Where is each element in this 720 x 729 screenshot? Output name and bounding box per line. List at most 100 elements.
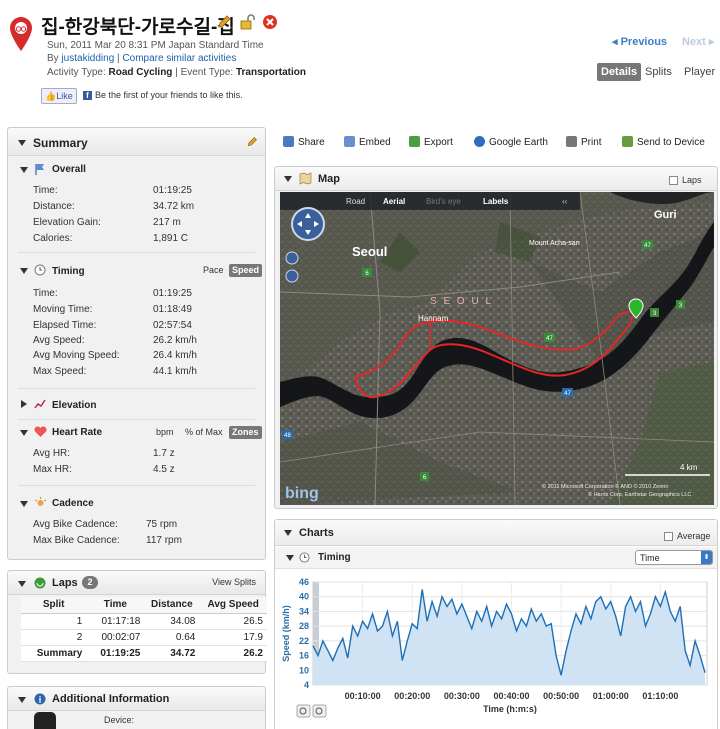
facebook-text: f Be the first of your friends to like th… xyxy=(83,90,243,100)
stat-label: Calories: xyxy=(33,233,73,244)
compare-link[interactable]: Compare similar activities xyxy=(122,53,236,64)
table-row[interactable]: 2 00:02:07 0.64 17.9 xyxy=(21,629,267,646)
info-collapse-icon[interactable] xyxy=(18,697,26,703)
average-checkbox[interactable] xyxy=(664,532,673,541)
table-cell: 2 xyxy=(21,629,87,646)
clock-icon xyxy=(299,552,310,563)
google-earth-button[interactable]: Google Earth xyxy=(474,136,548,148)
stat-label: Avg Bike Cadence: xyxy=(33,519,118,530)
next-link[interactable]: Next ▸ xyxy=(682,35,714,48)
speed-chart[interactable]: 4 10 16 22 28 34 40 46 00:10:00 00:20:00 00:30:00 0… xyxy=(279,570,715,729)
export-label: Export xyxy=(424,137,453,148)
stat-value: 26.2 km/h xyxy=(153,335,197,346)
stat-value: 34.72 km xyxy=(153,201,195,212)
map-title: Map xyxy=(318,173,340,185)
cadence-title: Cadence xyxy=(52,498,94,509)
map-collapse-icon[interactable] xyxy=(284,176,292,182)
pencil-icon[interactable] xyxy=(246,136,258,148)
percent-max-toggle[interactable]: % of Max xyxy=(182,426,226,439)
export-icon xyxy=(409,136,420,147)
pace-toggle[interactable]: Pace xyxy=(200,264,227,277)
facebook-like-button[interactable]: 👍Like xyxy=(41,88,77,104)
pan-control[interactable] xyxy=(291,207,325,241)
table-cell: 0.64 xyxy=(144,629,200,646)
share-button[interactable]: Share xyxy=(283,136,325,148)
tab-splits[interactable]: Splits xyxy=(645,63,672,81)
zoom-out-button[interactable] xyxy=(312,704,327,718)
charts-header: Charts Average xyxy=(275,520,717,546)
previous-link[interactable]: ◂ Previous xyxy=(612,35,667,48)
labels-toggle[interactable]: Labels xyxy=(483,197,509,206)
stat-label: Avg Moving Speed: xyxy=(33,350,120,361)
timing-chart-collapse-icon[interactable] xyxy=(286,555,294,561)
stat-label: Distance: xyxy=(33,201,75,212)
road-mode[interactable]: Road xyxy=(346,197,365,206)
zones-toggle[interactable]: Zones xyxy=(229,426,262,439)
map-panel: Map Laps Road Aerial Bird's eye Labels ‹… xyxy=(274,166,718,509)
timing-title: Timing xyxy=(52,266,85,277)
send-to-device-button[interactable]: Send to Device xyxy=(622,136,705,148)
stat-value: 01:18:49 xyxy=(153,304,192,315)
x-tick-label: 01:10:00 xyxy=(642,691,678,701)
aerial-map[interactable]: Road Aerial Bird's eye Labels ‹‹ Seoul S… xyxy=(280,192,714,505)
column-header[interactable]: Avg Speed xyxy=(199,597,267,614)
like-label: Like xyxy=(56,91,73,101)
zoom-in-icon[interactable] xyxy=(285,251,299,265)
embed-button[interactable]: Embed xyxy=(344,136,391,148)
view-splits-link[interactable]: View Splits xyxy=(212,577,256,587)
laps-panel: Laps 2 View Splits Split Time Distance Avg … xyxy=(7,570,267,674)
print-button[interactable]: Print xyxy=(566,136,602,148)
facebook-icon: f xyxy=(83,91,92,100)
speed-toggle[interactable]: Speed xyxy=(229,264,263,277)
divider xyxy=(18,419,255,420)
overall-collapse-icon[interactable] xyxy=(20,167,28,173)
zoom-in-button[interactable] xyxy=(296,704,311,718)
x-axis-label: Time (h:m:s) xyxy=(483,704,537,714)
share-icon xyxy=(283,136,294,147)
table-row[interactable]: Summary 01:19:25 34.72 26.2 xyxy=(21,645,267,662)
y-tick-label: 10 xyxy=(299,665,309,675)
user-link[interactable]: justakidding xyxy=(61,53,114,64)
table-cell: 17.9 xyxy=(199,629,267,646)
heart-collapse-icon[interactable] xyxy=(20,430,28,436)
select-value: Time xyxy=(640,553,660,563)
collapse-nav-icon[interactable]: ‹‹ xyxy=(562,197,568,206)
bpm-toggle[interactable]: bpm xyxy=(153,426,177,439)
table-cell: 00:02:07 xyxy=(86,629,145,646)
delete-icon[interactable] xyxy=(262,14,278,30)
laps-checkbox[interactable] xyxy=(669,176,678,185)
tab-details[interactable]: Details xyxy=(597,63,642,81)
map-marker-icon xyxy=(10,17,32,51)
laps-collapse-icon[interactable] xyxy=(18,581,26,587)
stat-label: Max Speed: xyxy=(33,366,87,377)
info-icon: i xyxy=(34,693,46,705)
stat-label: Elapsed Time: xyxy=(33,320,97,331)
birdseye-mode[interactable]: Bird's eye xyxy=(426,197,461,206)
cadence-collapse-icon[interactable] xyxy=(20,501,28,507)
charts-collapse-icon[interactable] xyxy=(284,530,292,536)
x-axis-select[interactable]: Time ⬍ xyxy=(635,550,713,565)
laps-header: Laps 2 View Splits xyxy=(8,571,265,595)
aerial-mode[interactable]: Aerial xyxy=(383,197,405,206)
table-header-row: Split Time Distance Avg Speed xyxy=(21,597,267,614)
export-button[interactable]: Export xyxy=(409,136,453,148)
by-label: By xyxy=(47,53,62,64)
column-header[interactable]: Time xyxy=(86,597,145,614)
stat-label: Moving Time: xyxy=(33,304,93,315)
tab-player[interactable]: Player xyxy=(684,63,715,81)
table-row[interactable]: 1 01:17:18 34.08 26.5 xyxy=(21,613,267,630)
elevation-expand-icon[interactable] xyxy=(21,400,27,408)
chevron-right-icon: ▸ xyxy=(705,36,715,48)
collapse-icon[interactable] xyxy=(18,140,26,146)
stat-value: 01:19:25 xyxy=(153,288,192,299)
unlock-icon[interactable] xyxy=(239,14,255,30)
timing-collapse-icon[interactable] xyxy=(20,268,28,274)
area-label-hannam: Hannam xyxy=(418,314,449,323)
column-header[interactable]: Distance xyxy=(144,597,200,614)
mountain-label: Mount Acha-san xyxy=(529,240,580,247)
pencil-icon[interactable] xyxy=(216,14,232,30)
map-canvas[interactable]: Road Aerial Bird's eye Labels ‹‹ Seoul S… xyxy=(280,192,714,505)
additional-info-title: Additional Information xyxy=(52,693,170,705)
zoom-out-icon[interactable] xyxy=(285,269,299,283)
column-header[interactable]: Split xyxy=(21,597,87,614)
